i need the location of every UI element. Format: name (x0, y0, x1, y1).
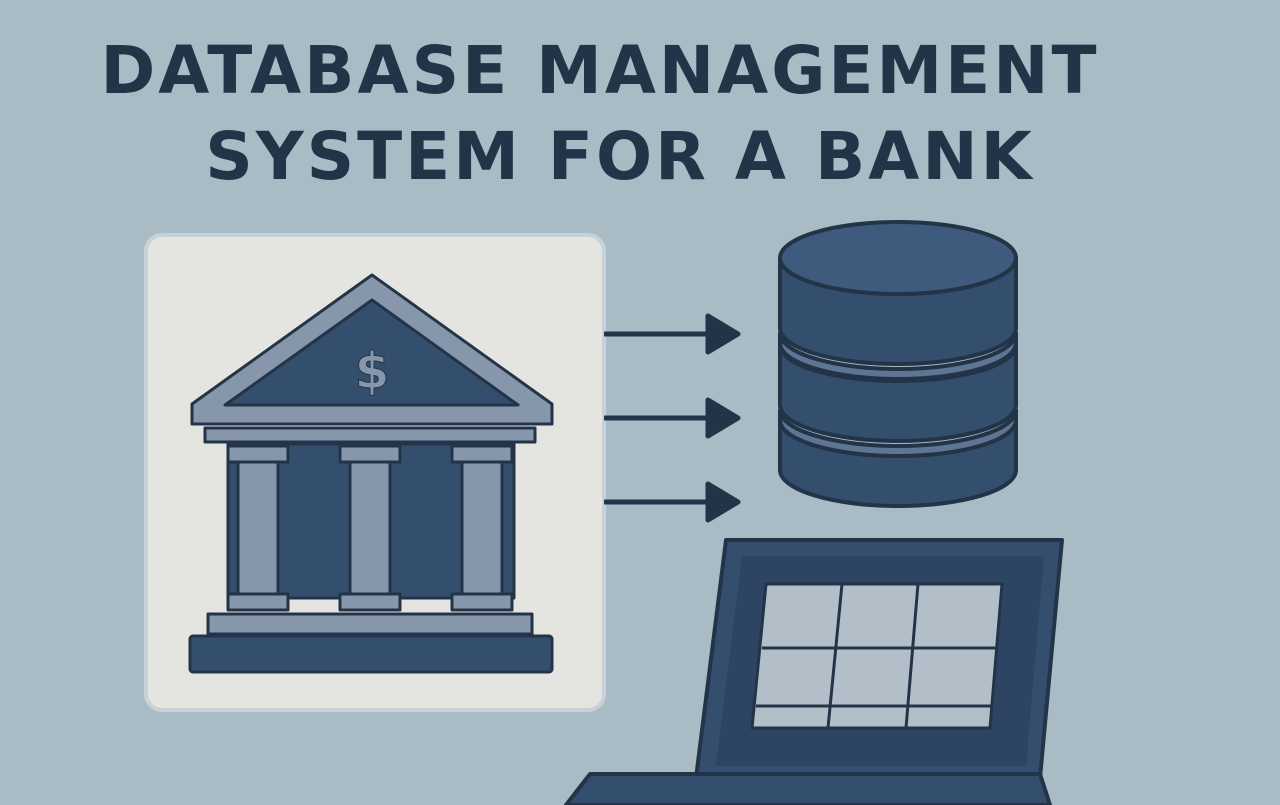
diagram: $ (144, 220, 1064, 805)
arrow-right-icon (604, 313, 741, 355)
screen-table-grid (750, 582, 1004, 730)
column-right (450, 444, 514, 612)
database-cylinder-icon (778, 220, 1018, 508)
laptop-icon (564, 538, 1064, 805)
dollar-sign: $ (355, 342, 390, 400)
column-middle (338, 444, 402, 612)
arrow-right-icon (604, 481, 741, 523)
column-left (226, 444, 290, 612)
arrow-right-icon (604, 397, 741, 439)
